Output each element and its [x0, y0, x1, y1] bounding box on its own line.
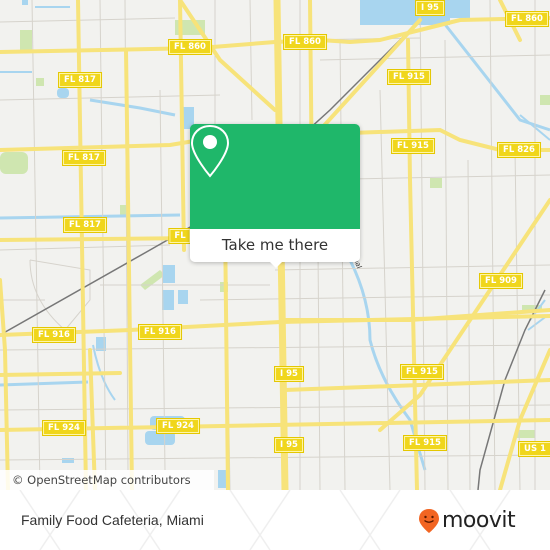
road-label-fl916: FL 916 — [138, 324, 182, 340]
road-label-fl817: FL 817 — [62, 150, 106, 166]
road-label-fl915: FL 915 — [387, 69, 431, 85]
location-pin-icon — [190, 124, 230, 178]
road-label-i95: I 95 — [274, 437, 304, 453]
road-label-fl826: FL 826 — [497, 142, 541, 158]
popup-pointer — [268, 260, 284, 268]
road-label-fl860: FL 860 — [283, 34, 327, 50]
road-label-fl924: FL 924 — [156, 418, 200, 434]
popup-header[interactable] — [190, 124, 360, 229]
road-label-i95: I 95 — [274, 366, 304, 382]
road-label-fl916: FL 916 — [32, 327, 76, 343]
moovit-pin-icon — [419, 509, 439, 533]
road-label-us1: US 1 — [518, 441, 550, 457]
road-label-fl860: FL 860 — [505, 11, 549, 27]
road-label-fl909: FL 909 — [479, 273, 523, 289]
map[interactable]: I 95 FL 860 FL 860 FL 860 FL 817 FL 817 … — [0, 0, 550, 490]
road-label-fl924: FL 924 — [42, 420, 86, 436]
moovit-logo[interactable]: moovit — [418, 508, 516, 534]
road-label-i95: I 95 — [415, 0, 445, 16]
road-label-fl: FL — [168, 228, 192, 244]
take-me-there-popup[interactable]: Take me there — [190, 124, 360, 268]
road-label-fl915: FL 915 — [400, 364, 444, 380]
road-label-fl817: FL 817 — [63, 217, 107, 233]
place-title: Family Food Cafeteria, Miami — [21, 512, 204, 528]
road-label-fl915: FL 915 — [391, 138, 435, 154]
footer: Family Food Cafeteria, Miami moovit — [0, 490, 550, 550]
moovit-wordmark: moovit — [442, 508, 516, 533]
road-label-fl817: FL 817 — [58, 72, 102, 88]
road-label-fl915: FL 915 — [403, 435, 447, 451]
take-me-there-button[interactable]: Take me there — [190, 229, 360, 262]
road-label-fl860: FL 860 — [168, 39, 212, 55]
map-attribution[interactable]: © OpenStreetMap contributors — [0, 470, 214, 490]
